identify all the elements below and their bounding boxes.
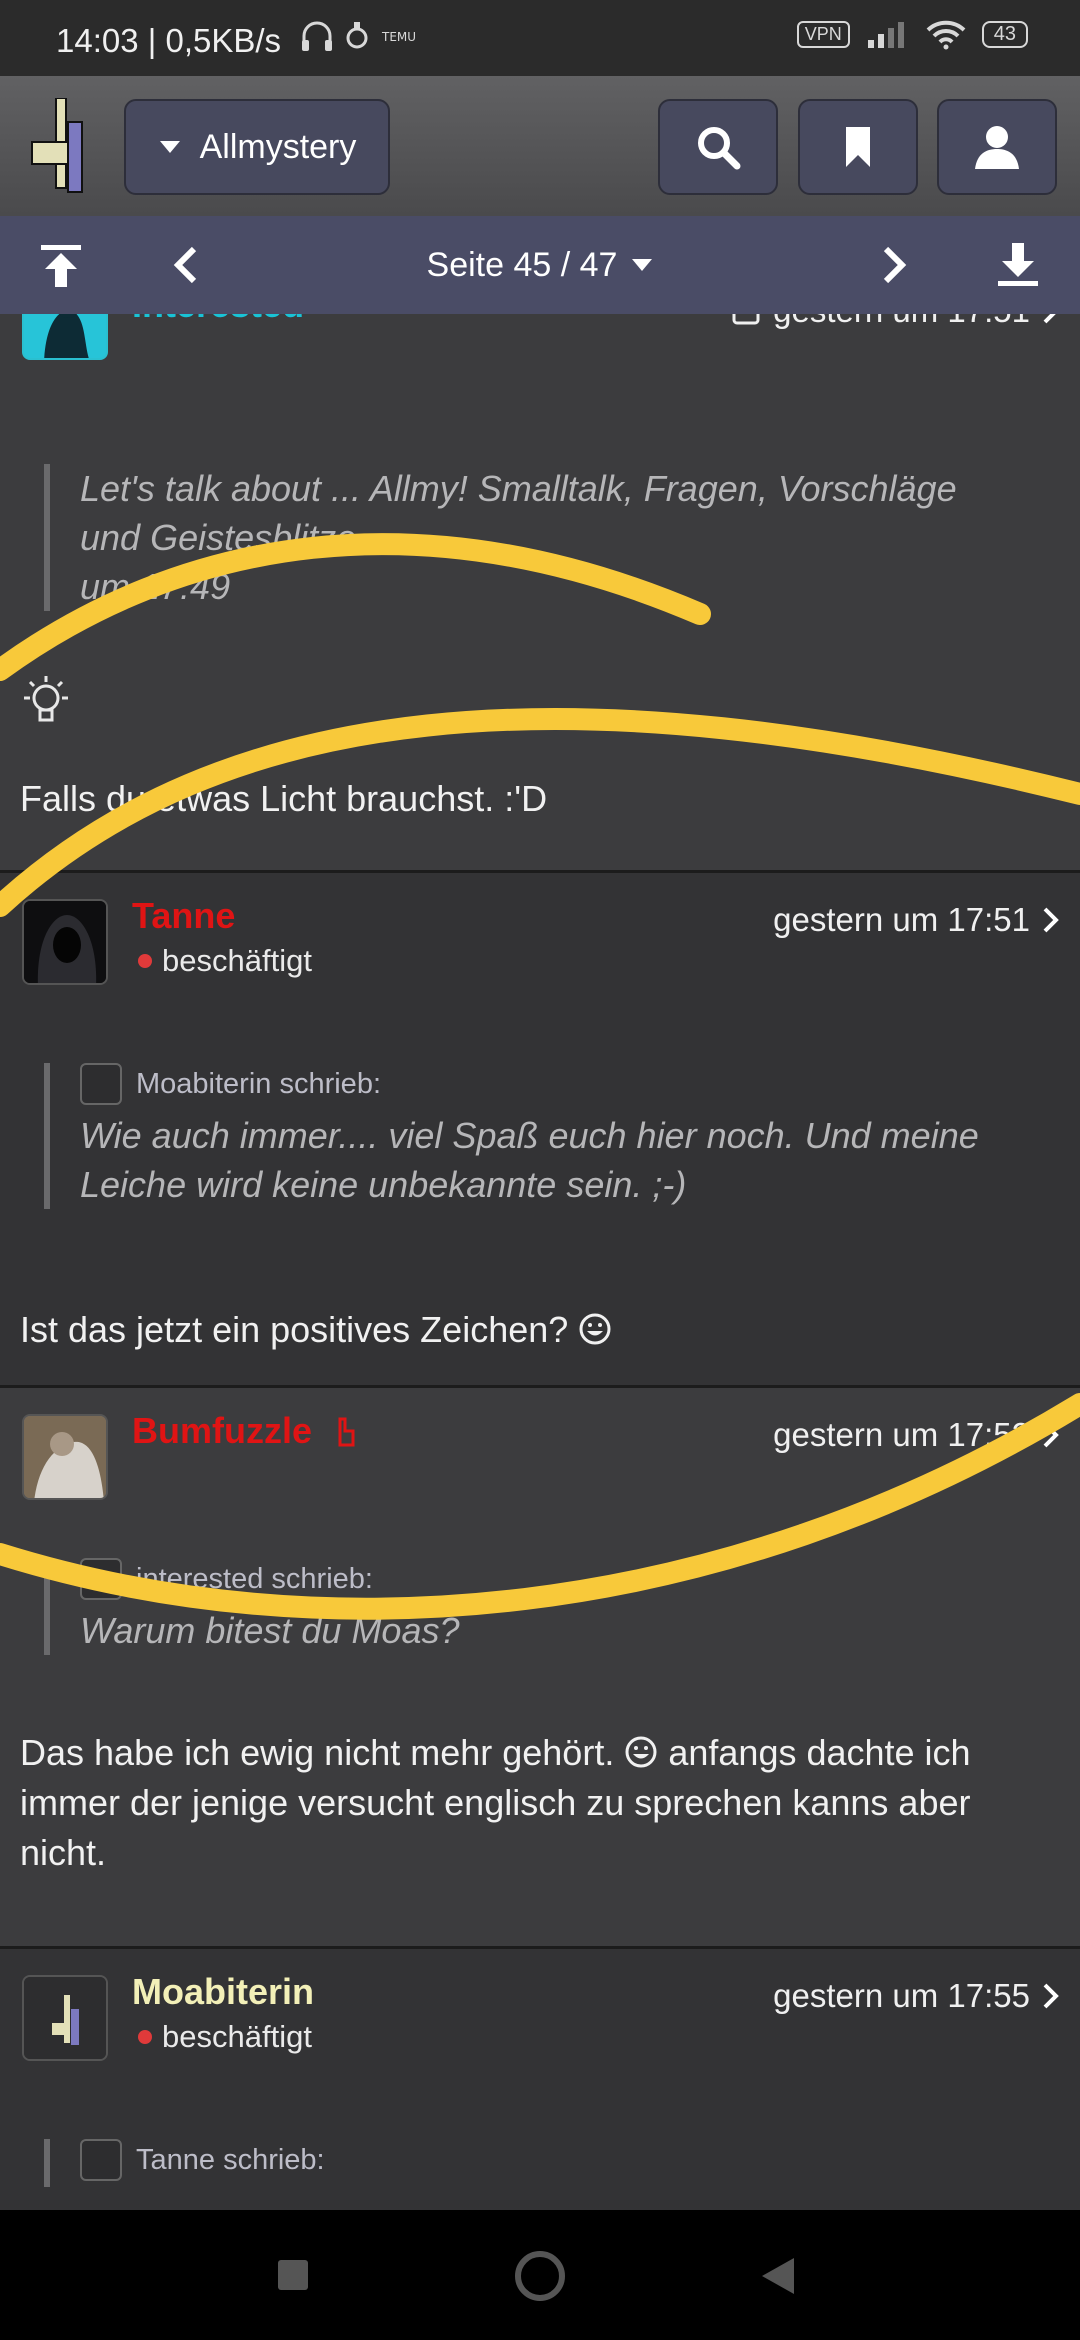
forum-selector-button[interactable]: Allmystery xyxy=(124,99,390,195)
user-icon xyxy=(975,126,1019,169)
system-nav-bar xyxy=(0,2210,1080,2340)
wifi-icon xyxy=(926,20,966,50)
vpn-badge: VPN xyxy=(796,20,850,48)
caret-down-icon xyxy=(159,141,180,153)
home-icon[interactable] xyxy=(514,2250,566,2302)
search-button[interactable] xyxy=(658,99,778,195)
chevron-left-icon xyxy=(173,246,197,284)
first-page-button[interactable] xyxy=(20,216,102,314)
caret-down-icon xyxy=(632,259,653,271)
bookmark-icon xyxy=(846,127,870,167)
page-selector[interactable]: Seite 45 / 47 xyxy=(380,216,700,314)
app-icon: TEMU xyxy=(381,30,416,44)
status-icons: TEMU xyxy=(300,20,416,52)
next-page-button[interactable] xyxy=(860,216,930,314)
svg-text:TEMU: TEMU xyxy=(381,30,416,44)
battery-indicator: 43 xyxy=(981,20,1028,48)
headphones-icon xyxy=(302,21,332,51)
thread-content: Interested gestern um 17:51 Let's talk a… xyxy=(0,314,1080,2210)
app-bar: Allmystery xyxy=(0,76,1080,216)
download-icon xyxy=(998,243,1038,286)
status-bar: 14:03 | 0,5KB/s TEMU VPN 43 xyxy=(0,0,1080,76)
forum-selector-label: Allmystery xyxy=(199,127,357,166)
pagination-bar: Seite 45 / 47 xyxy=(0,216,1080,314)
chevron-right-icon xyxy=(883,246,907,284)
search-icon xyxy=(698,127,741,170)
last-page-button[interactable] xyxy=(976,216,1060,314)
page-label: Seite 45 / 47 xyxy=(426,245,618,284)
profile-button[interactable] xyxy=(937,99,1057,195)
signal-icon xyxy=(867,22,904,48)
back-icon[interactable] xyxy=(760,2256,796,2296)
recents-icon[interactable] xyxy=(276,2258,310,2292)
bookmark-button[interactable] xyxy=(798,99,918,195)
highlighter-strokes xyxy=(0,533,1080,1620)
status-right: VPN 43 xyxy=(796,18,1028,50)
first-page-icon xyxy=(41,245,81,287)
allmystery-logo xyxy=(31,98,83,193)
alarm-icon xyxy=(346,22,368,49)
prev-page-button[interactable] xyxy=(150,216,220,314)
